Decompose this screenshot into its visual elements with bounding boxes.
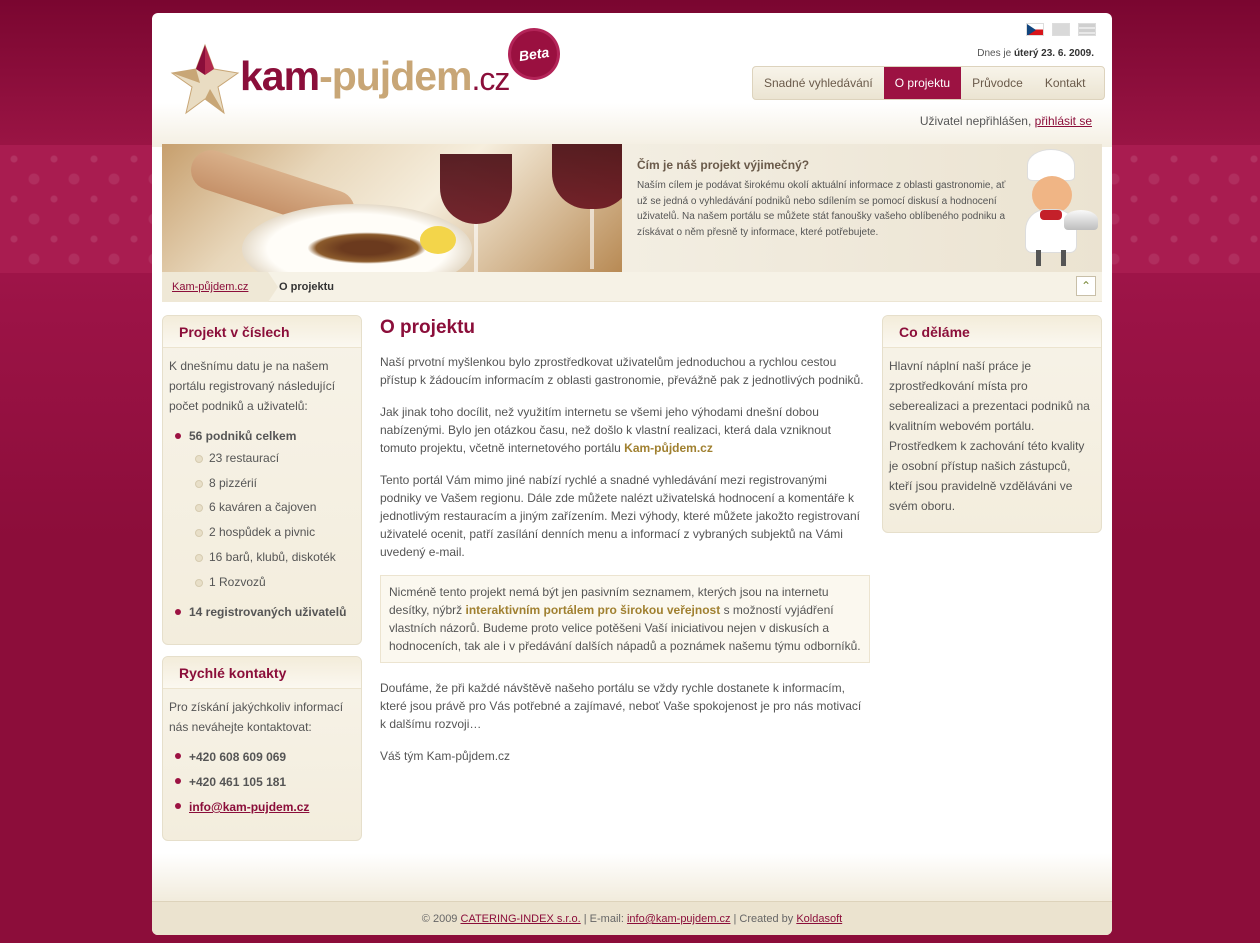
stats-item: 1 Rozvozů bbox=[169, 570, 355, 595]
paragraph-3: Tento portál Vám mimo jiné nabízí rychlé… bbox=[380, 473, 860, 559]
contact-phone-1: +420 608 609 069 bbox=[169, 745, 355, 770]
login-link[interactable]: přihlásit se bbox=[1035, 114, 1092, 128]
language-switcher bbox=[1026, 23, 1096, 36]
nav-pruvodce[interactable]: Průvodce bbox=[961, 67, 1034, 99]
breadcrumb: Kam-půjdem.cz O projektu ⌃ bbox=[162, 272, 1102, 302]
stats-item: 8 pizzérií bbox=[169, 471, 355, 496]
date-value: úterý 23. 6. 2009. bbox=[1013, 48, 1094, 59]
logo-part-1: kam bbox=[240, 53, 320, 99]
logo-dash: - bbox=[319, 53, 333, 99]
banner-body: Naším cílem je podávat širokému okolí ak… bbox=[637, 180, 1006, 238]
signature: Váš tým Kam-půjdem.cz bbox=[380, 749, 511, 763]
main-content: O projektu Naší prvotní myšlenkou bylo z… bbox=[380, 317, 870, 779]
site-name-highlight: Kam-půjdem.cz bbox=[624, 441, 713, 455]
nav-kontakt[interactable]: Kontakt bbox=[1034, 67, 1097, 99]
site-logo[interactable]: kam-pujdem.cz bbox=[170, 43, 560, 119]
breadcrumb-current: O projektu bbox=[279, 281, 335, 293]
highlight-quote: Nicméně tento projekt nemá být jen pasiv… bbox=[380, 575, 870, 663]
what-we-do-body: Hlavní náplní naší práce je zprostředkov… bbox=[889, 359, 1090, 513]
footer: © 2009 CATERING-INDEX s.r.o. | E-mail: i… bbox=[152, 901, 1112, 935]
banner: Čím je náš projekt výjimečný? Naším cíle… bbox=[162, 144, 1102, 272]
stats-item: 2 hospůdek a pivnic bbox=[169, 520, 355, 545]
nav-snadne-vyhledavani[interactable]: Snadné vyhledávání bbox=[753, 67, 884, 99]
contact-phone-2: +420 461 105 181 bbox=[169, 770, 355, 795]
contacts-intro: Pro získání jakýchkoliv informací nás ne… bbox=[169, 700, 344, 734]
main-navigation: Snadné vyhledávání O projektu Průvodce K… bbox=[752, 66, 1105, 100]
en-flag-icon[interactable] bbox=[1052, 23, 1070, 36]
cz-flag-icon[interactable] bbox=[1026, 23, 1044, 36]
stats-total: 56 podniků celkem bbox=[169, 426, 355, 446]
stats-intro: K dnešnímu datu je na našem portálu regi… bbox=[169, 359, 336, 413]
logo-part-2: pujdem bbox=[331, 53, 473, 99]
footer-company-link[interactable]: CATERING-INDEX s.r.o. bbox=[461, 913, 581, 925]
paragraph-1: Naší prvotní myšlenkou bylo zprostředkov… bbox=[380, 355, 864, 387]
footer-creator-link[interactable]: Koldasoft bbox=[796, 913, 842, 925]
banner-text-panel: Čím je náš projekt výjimečný? Naším cíle… bbox=[622, 144, 1102, 272]
paragraph-2: Jak jinak toho docílit, než využitím int… bbox=[380, 405, 831, 455]
what-we-do-title: Co děláme bbox=[883, 316, 1101, 348]
contacts-box-title: Rychlé kontakty bbox=[163, 657, 361, 689]
stats-box: Projekt v číslech K dnešnímu datu je na … bbox=[162, 315, 362, 645]
user-status: Uživatel nepřihlášen, přihlásit se bbox=[919, 114, 1092, 128]
paragraph-4: Doufáme, že při každé návštěvě našeho po… bbox=[380, 681, 862, 731]
nav-o-projektu[interactable]: O projektu bbox=[883, 67, 962, 99]
stats-item: 16 barů, klubů, diskoték bbox=[169, 545, 355, 570]
banner-photo bbox=[162, 144, 622, 272]
footer-email-link[interactable]: info@kam-pujdem.cz bbox=[627, 913, 730, 925]
de-flag-icon[interactable] bbox=[1078, 23, 1096, 36]
stats-users: 14 registrovaných uživatelů bbox=[169, 602, 355, 622]
logo-star-icon bbox=[170, 43, 240, 115]
scroll-up-icon[interactable]: ⌃ bbox=[1076, 276, 1096, 296]
breadcrumb-home-link[interactable]: Kam-půjdem.cz bbox=[162, 272, 279, 302]
quote-highlight: interaktivním portálem pro širokou veřej… bbox=[465, 603, 721, 617]
stats-item: 23 restaurací bbox=[169, 446, 355, 471]
stats-item: 6 kaváren a čajoven bbox=[169, 495, 355, 520]
chef-illustration bbox=[1014, 150, 1098, 268]
page-container: kam-pujdem.cz Beta Dnes je úterý 23. 6. … bbox=[152, 13, 1112, 935]
current-date: Dnes je úterý 23. 6. 2009. bbox=[977, 48, 1094, 59]
page-title: O projektu bbox=[380, 317, 476, 338]
contact-email-link[interactable]: info@kam-pujdem.cz bbox=[189, 800, 309, 814]
logo-tld: .cz bbox=[471, 61, 511, 97]
stats-box-title: Projekt v číslech bbox=[163, 316, 361, 348]
what-we-do-box: Co děláme Hlavní náplní naší práce je zp… bbox=[882, 315, 1102, 533]
contact-email: info@kam-pujdem.cz bbox=[169, 795, 355, 820]
contacts-box: Rychlé kontakty Pro získání jakýchkoliv … bbox=[162, 656, 362, 841]
